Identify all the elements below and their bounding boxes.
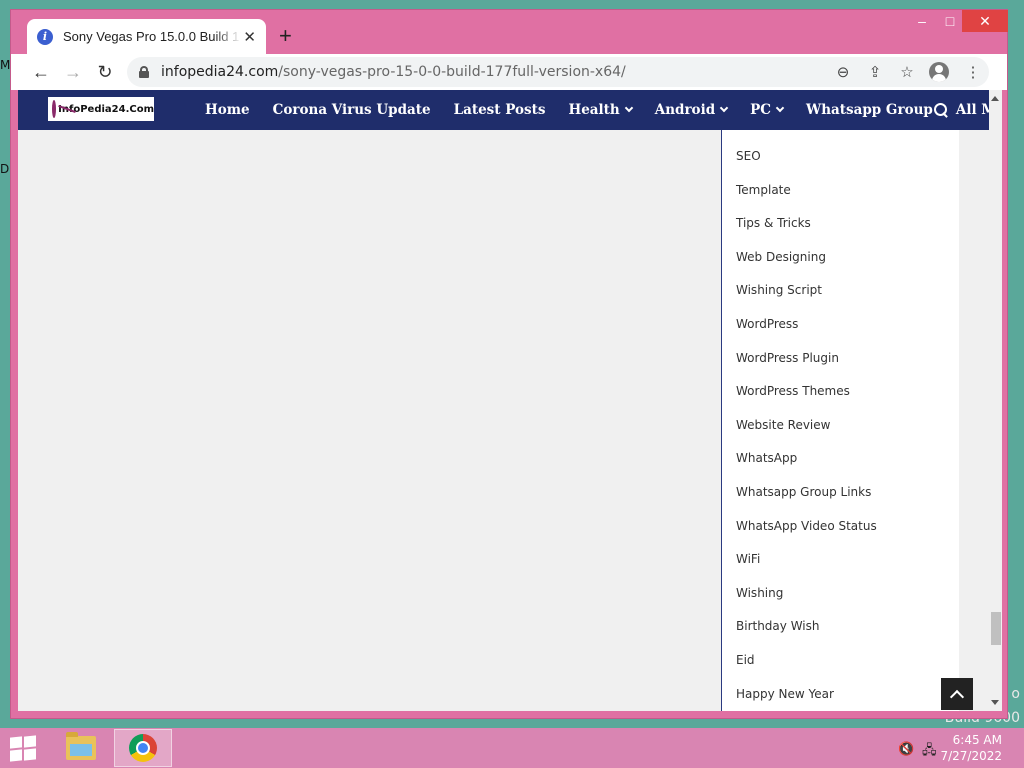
windows-logo-pane [10, 749, 22, 762]
nav-item-android[interactable]: Android [654, 102, 729, 118]
site-logo[interactable]: InfoPedia24.Com [48, 97, 154, 121]
site-navbar: InfoPedia24.Com Home Corona Virus Update L… [18, 90, 1002, 130]
nav-item-home[interactable]: Home [205, 102, 250, 118]
back-button[interactable]: ← [26, 57, 56, 87]
folder-icon [66, 732, 96, 760]
info-icon: i [37, 28, 53, 45]
category-link[interactable]: WiFi [736, 547, 877, 581]
windows-watermark: o [1011, 686, 1020, 702]
forward-button[interactable]: → [58, 57, 88, 87]
new-tab-button[interactable]: + [279, 25, 292, 47]
nav-item-label: Home [205, 102, 250, 118]
category-link[interactable]: WordPress Plugin [736, 346, 877, 380]
category-link[interactable]: Tips & Tricks [736, 211, 877, 245]
nav-item-label: Android [654, 102, 716, 118]
chrome-icon [129, 734, 157, 762]
profile-button[interactable] [927, 60, 951, 84]
site-menu: Home Corona Virus Update Latest Posts Healt… [205, 90, 1002, 130]
bookmark-star-icon[interactable]: ☆ [895, 60, 919, 84]
windows-logo-pane [10, 736, 22, 749]
browser-window: i Sony Vegas Pro 15.0.0 Build 177 - ✕ + … [10, 9, 1008, 719]
url-path: /sony-vegas-pro-15-0-0-build-177full-ver… [278, 64, 626, 80]
maximize-button[interactable]: □ [935, 10, 965, 32]
nav-item-latest-posts[interactable]: Latest Posts [454, 102, 546, 118]
reload-button[interactable]: ↻ [90, 57, 120, 87]
scroll-down-arrow-icon[interactable] [991, 700, 999, 705]
address-bar[interactable]: infopedia24.com/sony-vegas-pro-15-0-0-bu… [127, 57, 989, 87]
category-link[interactable]: Website Review [736, 413, 877, 447]
chevron-down-icon [624, 103, 633, 113]
browser-toolbar: ← → ↻ infopedia24.com/sony-vegas-pro-15-… [11, 54, 1007, 90]
lock-icon[interactable] [139, 66, 149, 78]
category-list: SEO Template Tips & Tricks Web Designing Wis… [736, 144, 877, 711]
category-link[interactable]: Wishing Script [736, 278, 877, 312]
nav-item-label: Whatsapp Group [806, 102, 933, 118]
tab-strip: i Sony Vegas Pro 15.0.0 Build 177 - ✕ + … [11, 10, 1008, 54]
url-domain: infopedia24.com [161, 64, 279, 80]
category-link[interactable]: Web Designing [736, 245, 877, 279]
system-clock[interactable]: 6:45 AM 7/27/2022 [940, 732, 1002, 764]
chevron-up-icon [949, 689, 965, 704]
category-link[interactable]: WhatsApp Video Status [736, 514, 877, 548]
category-link[interactable]: SEO [736, 144, 877, 178]
start-button[interactable] [10, 735, 38, 762]
search-icon[interactable] [934, 103, 948, 117]
desktop-edge-letter: D [0, 162, 10, 176]
nav-item-label: Health [568, 102, 620, 118]
url-text[interactable]: infopedia24.com/sony-vegas-pro-15-0-0-bu… [161, 64, 626, 80]
nav-item-corona-virus-update[interactable]: Corona Virus Update [273, 102, 431, 118]
scroll-up-arrow-icon[interactable] [991, 96, 999, 101]
nav-item-pc[interactable]: PC [750, 102, 785, 118]
desktop-edge-letter: M [0, 58, 11, 72]
back-to-top-button[interactable] [941, 678, 973, 710]
category-link[interactable]: WordPress [736, 312, 877, 346]
nav-item-label: Latest Posts [453, 102, 546, 118]
omnibox-actions: ⊖ ⇪ ☆ ⋮ [831, 57, 985, 87]
page-scrollbar[interactable] [989, 90, 1002, 711]
close-window-button[interactable]: ✕ [962, 10, 1008, 32]
tab-active[interactable]: i Sony Vegas Pro 15.0.0 Build 177 - ✕ [27, 19, 266, 54]
network-icon[interactable]: 🖧 [922, 741, 938, 757]
speaker-muted-icon[interactable]: 🔇 [898, 741, 914, 756]
profile-avatar-icon [929, 62, 949, 82]
nav-item-label: PC [750, 102, 772, 118]
category-link[interactable]: Happy New Year [736, 682, 877, 712]
chevron-down-icon [719, 103, 729, 113]
tab-title: Sony Vegas Pro 15.0.0 Build 177 - [63, 29, 241, 44]
nav-item-whatsapp-group[interactable]: Whatsapp Group [806, 102, 933, 118]
chrome-taskbar-button[interactable] [114, 729, 172, 767]
browser-menu-icon[interactable]: ⋮ [961, 60, 985, 84]
file-explorer-taskbar-button[interactable] [52, 729, 110, 767]
windows-logo-pane [24, 735, 36, 748]
scrollbar-thumb[interactable] [991, 612, 1001, 645]
nav-item-label: Corona Virus Update [272, 102, 431, 118]
category-link[interactable]: Eid [736, 648, 877, 682]
windows-logo-pane [24, 748, 36, 761]
close-tab-icon[interactable]: ✕ [243, 28, 256, 46]
logo-mark-icon [52, 100, 57, 118]
taskbar: 🔇 🖧 6:45 AM 7/27/2022 [0, 728, 1024, 768]
categories-sidebar: SEO Template Tips & Tricks Web Designing Wis… [721, 130, 959, 711]
share-icon[interactable]: ⇪ [863, 60, 887, 84]
category-link[interactable]: WhatsApp [736, 446, 877, 480]
page-viewport: InfoPedia24.Com Home Corona Virus Update L… [18, 90, 1002, 711]
category-link[interactable]: Birthday Wish [736, 614, 877, 648]
clock-date: 7/27/2022 [940, 749, 1002, 763]
nav-item-health[interactable]: Health [568, 102, 633, 118]
category-link[interactable]: Template [736, 178, 877, 212]
minimize-button[interactable]: – [907, 10, 937, 32]
chevron-down-icon [775, 103, 785, 113]
clock-time: 6:45 AM [952, 733, 1002, 747]
category-link[interactable]: WordPress Themes [736, 379, 877, 413]
category-link[interactable]: Wishing [736, 581, 877, 615]
zoom-icon[interactable]: ⊖ [831, 60, 855, 84]
category-link[interactable]: Whatsapp Group Links [736, 480, 877, 514]
